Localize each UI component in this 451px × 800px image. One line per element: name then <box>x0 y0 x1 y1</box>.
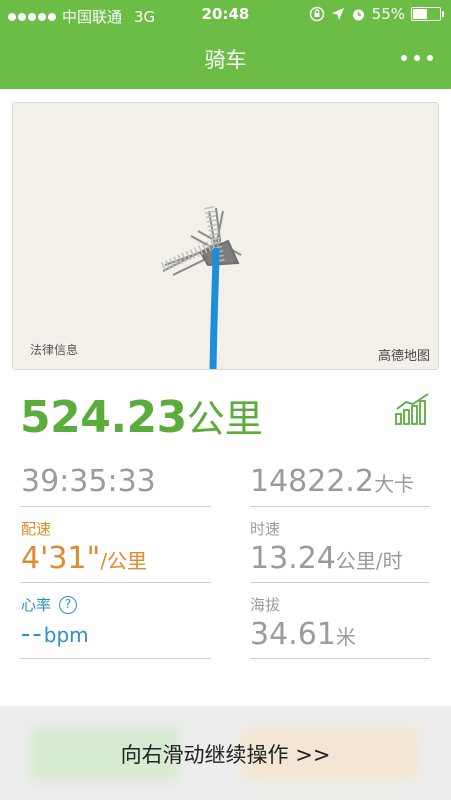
distance-unit: 公里 <box>186 397 263 441</box>
calories-unit: 大卡 <box>374 472 415 496</box>
map-provider-logo: 高德地图 <box>377 349 430 364</box>
alarm-clock-icon <box>352 9 364 20</box>
route-line <box>209 247 220 369</box>
pace-value: 4'31" <box>21 541 101 576</box>
divider <box>250 506 430 507</box>
battery-percent: 55% <box>371 5 405 23</box>
location-arrow-icon <box>331 8 344 20</box>
battery-icon <box>411 7 444 21</box>
pace-label: 配速 <box>21 520 52 538</box>
speed-value: 13.24 <box>250 541 336 576</box>
divider <box>20 506 211 507</box>
heart-rate-label: 心率 <box>21 596 52 614</box>
more-dots-icon[interactable] <box>401 55 433 61</box>
speed-label: 时速 <box>250 520 281 538</box>
total-distance: 524.23公里 <box>20 388 263 443</box>
bar-chart-icon[interactable] <box>394 392 432 426</box>
page-title: 骑车 <box>204 48 247 72</box>
altitude-label: 海拔 <box>250 596 281 614</box>
pace-unit: /公里 <box>100 549 148 573</box>
speed-unit: 公里/时 <box>335 549 403 573</box>
altitude-value: 34.61 <box>250 617 336 652</box>
route-map[interactable]: 法律信息 高德地图 <box>12 102 439 370</box>
top-bar: 中国联通 3G 20:48 55% 骑车 <box>0 0 451 89</box>
calories-value: 14822.2 <box>250 464 375 499</box>
route-track <box>160 206 242 369</box>
heart-rate-unit: bpm <box>43 623 89 647</box>
divider <box>250 582 430 583</box>
route-cluster <box>162 207 242 276</box>
heart-rate: 心率 ? --bpm <box>21 594 89 649</box>
divider <box>250 658 430 659</box>
duration: 39:35:33 <box>21 464 156 499</box>
divider <box>20 658 211 659</box>
help-icon[interactable]: ? <box>59 595 78 614</box>
divider <box>20 582 211 583</box>
status-bar: 中国联通 3G 20:48 55% <box>0 0 451 30</box>
swipe-to-continue-bar[interactable]: 向右滑动继续操作 >> <box>0 706 451 800</box>
duration-value: 39:35:33 <box>21 464 156 499</box>
heart-rate-value: -- <box>21 619 44 649</box>
speed: 时速 13.24公里/时 <box>250 518 403 576</box>
rotation-lock-icon <box>309 6 324 22</box>
distance-value: 524.23 <box>20 392 187 443</box>
altitude: 海拔 34.61米 <box>250 594 356 652</box>
calories: 14822.2大卡 <box>250 464 414 499</box>
altitude-unit: 米 <box>335 625 356 649</box>
pace: 配速 4'31"/公里 <box>21 518 147 576</box>
legal-info-link[interactable]: 法律信息 <box>30 341 78 358</box>
swipe-hint-text: 向右滑动继续操作 >> <box>120 743 331 767</box>
